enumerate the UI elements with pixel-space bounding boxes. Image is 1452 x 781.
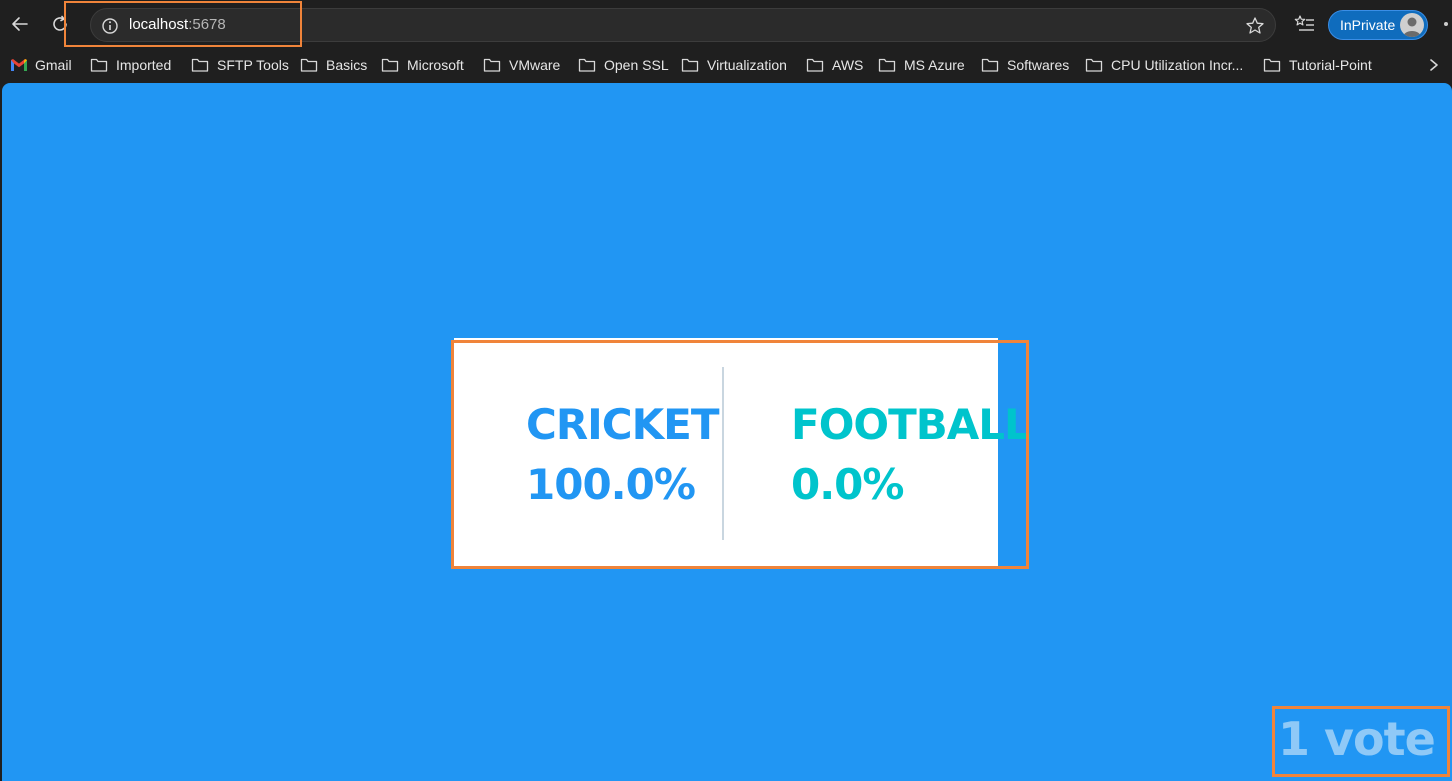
bookmark-label: MS Azure	[904, 57, 965, 73]
folder-icon	[90, 58, 108, 72]
bookmark-label: Open SSL	[604, 57, 669, 73]
favorites-list-icon[interactable]	[1294, 13, 1316, 35]
results-card	[454, 338, 998, 567]
gmail-icon	[11, 59, 27, 71]
chevron-right-icon[interactable]	[1426, 55, 1442, 75]
bookmark-folder-ms-azure[interactable]: MS Azure	[878, 55, 965, 75]
bookmark-label: Basics	[326, 57, 368, 73]
bookmark-label: Tutorial-Point	[1289, 57, 1372, 73]
bookmark-label: Microsoft	[407, 57, 464, 73]
avatar-icon	[1400, 13, 1424, 37]
bookmark-label: Softwares	[1007, 57, 1070, 73]
bookmark-folder-basics[interactable]: Basics	[300, 55, 367, 75]
bookmark-label: Gmail	[35, 57, 72, 73]
star-icon[interactable]	[1245, 16, 1265, 36]
bookmark-folder-microsoft[interactable]: Microsoft	[381, 55, 464, 75]
address-bar[interactable]: localhost:5678	[90, 8, 1276, 42]
bookmark-folder-tutorial-point[interactable]: Tutorial-Point	[1263, 55, 1372, 75]
info-icon[interactable]	[101, 17, 119, 35]
folder-icon	[1263, 58, 1281, 72]
bookmark-folder-sftp-tools[interactable]: SFTP Tools	[191, 55, 289, 75]
option-b-percent: 0.0%	[791, 460, 904, 509]
folder-icon	[578, 58, 596, 72]
folder-icon	[681, 58, 699, 72]
bookmark-label: AWS	[832, 57, 864, 73]
url-host: localhost	[129, 16, 189, 33]
results-divider	[722, 367, 724, 540]
bookmark-label: Virtualization	[707, 57, 787, 73]
bookmark-label: SFTP Tools	[217, 57, 289, 73]
folder-icon	[981, 58, 999, 72]
vote-count: 1 vote	[1278, 712, 1436, 766]
results-card-overflow	[998, 343, 1026, 567]
bookmark-folder-imported[interactable]: Imported	[90, 55, 171, 75]
bookmarks-bar: Gmail Imported SFTP Tools Basics Microso…	[0, 48, 1452, 82]
bookmark-folder-vmware[interactable]: VMware	[483, 55, 560, 75]
option-b-name: FOOTBALL	[791, 400, 1031, 449]
folder-icon	[878, 58, 896, 72]
folder-icon	[806, 58, 824, 72]
browser-toolbar: localhost:5678 InPrivate	[0, 0, 1452, 48]
folder-icon	[191, 58, 209, 72]
bookmark-label: CPU Utilization Incr...	[1111, 57, 1244, 73]
option-a-name: CRICKET	[526, 400, 719, 449]
bookmark-folder-aws[interactable]: AWS	[806, 55, 863, 75]
arrow-left-icon	[12, 17, 28, 31]
folder-icon	[483, 58, 501, 72]
more-menu-icon[interactable]	[1444, 22, 1448, 26]
reload-button[interactable]	[46, 10, 74, 38]
folder-icon	[300, 58, 318, 72]
bookmark-folder-cpu-utilization[interactable]: CPU Utilization Incr...	[1085, 55, 1243, 75]
inprivate-label: InPrivate	[1340, 17, 1396, 33]
bookmark-folder-virtualization[interactable]: Virtualization	[681, 55, 787, 75]
bookmark-label: VMware	[509, 57, 561, 73]
folder-icon	[381, 58, 399, 72]
bookmark-label: Imported	[116, 57, 172, 73]
folder-icon	[1085, 58, 1103, 72]
reload-icon	[53, 15, 67, 31]
option-a-percent: 100.0%	[526, 460, 696, 509]
back-button[interactable]	[6, 10, 34, 38]
inprivate-button[interactable]: InPrivate	[1328, 10, 1428, 40]
bookmark-gmail[interactable]: Gmail	[11, 55, 72, 75]
bookmark-folder-softwares[interactable]: Softwares	[981, 55, 1069, 75]
bookmark-folder-open-ssl[interactable]: Open SSL	[578, 55, 669, 75]
url-port: :5678	[188, 16, 226, 33]
url-text[interactable]: localhost:5678	[129, 16, 226, 33]
